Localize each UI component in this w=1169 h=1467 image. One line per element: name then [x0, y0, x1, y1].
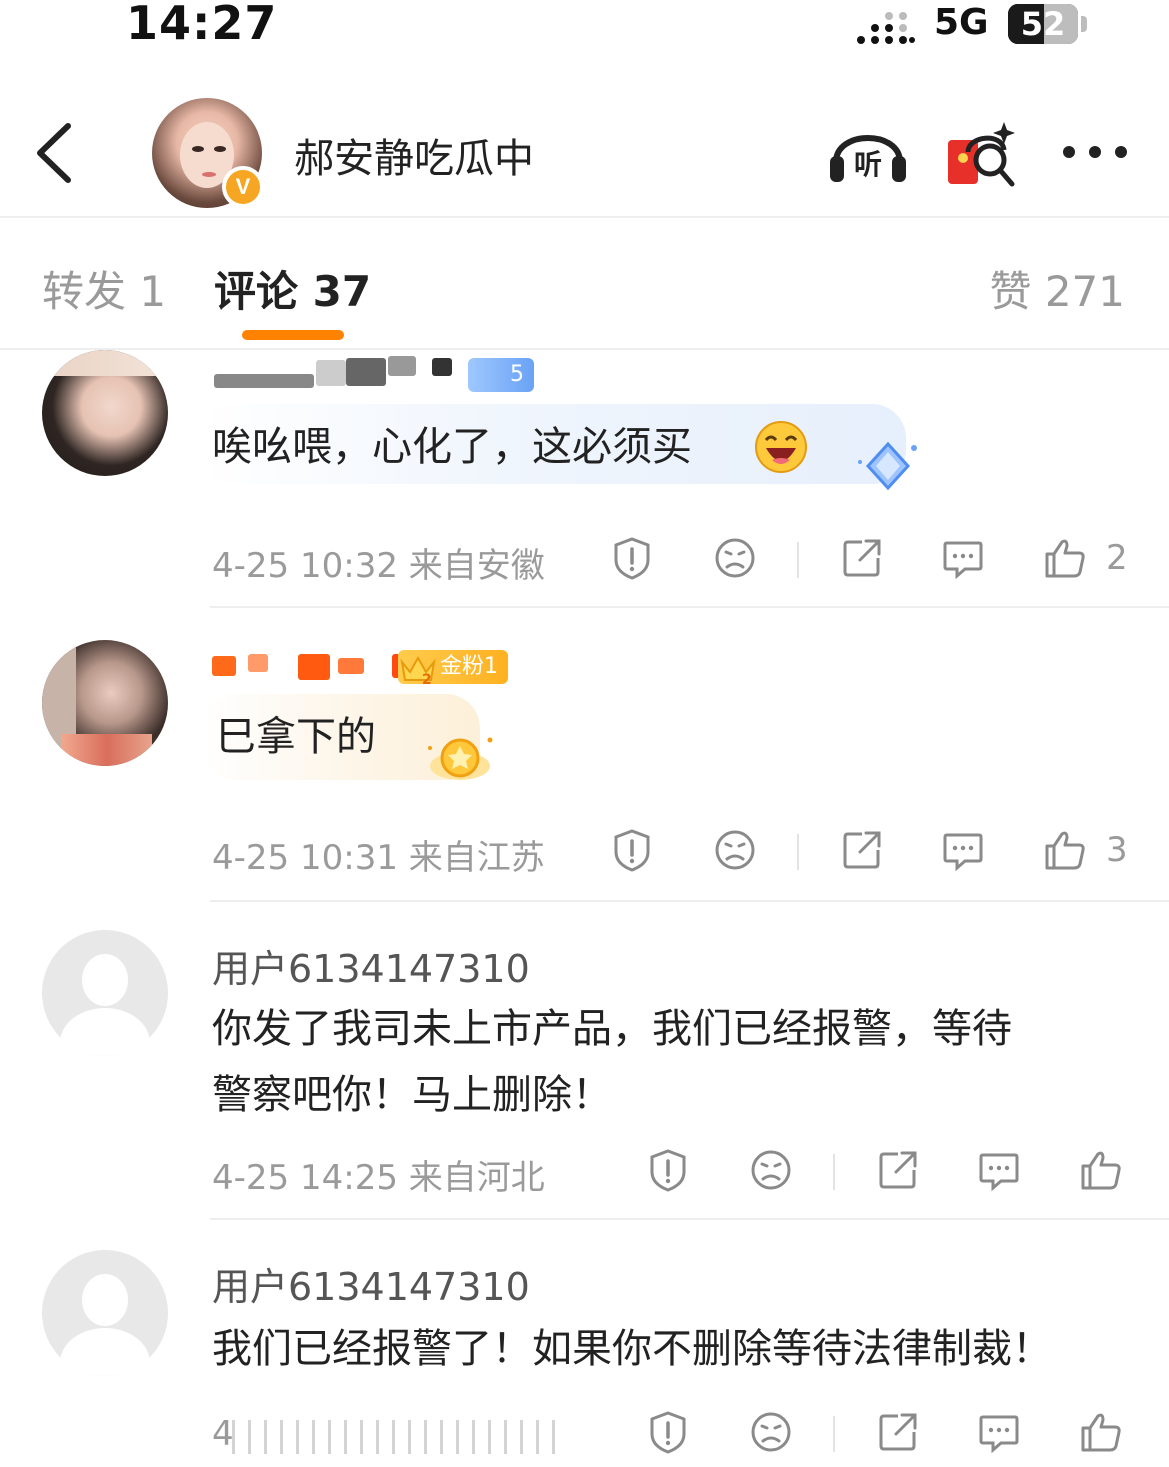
report-icon[interactable]	[646, 1410, 690, 1454]
action-separator	[797, 834, 799, 870]
fan-badge-level: 5	[510, 362, 524, 387]
comment-item: 金粉1 2 巳拿下的 4-25 10:31 来自江苏 3	[0, 640, 1169, 902]
dislike-face-icon[interactable]	[713, 536, 757, 580]
post-header: V 郝安静吃瓜中 听	[0, 86, 1169, 218]
comment-divider	[210, 1218, 1169, 1220]
battery-cap	[1081, 16, 1087, 32]
crown-icon: 2	[400, 655, 436, 686]
default-user-avatar[interactable]	[42, 1250, 168, 1376]
comment-divider	[210, 900, 1169, 902]
gold-star-badge-icon	[428, 737, 493, 780]
reply-icon[interactable]	[977, 1410, 1021, 1454]
status-bar: 14:27 5G 52	[0, 0, 1169, 56]
active-tab-indicator	[242, 330, 344, 340]
back-icon[interactable]	[26, 118, 86, 188]
commenter-name[interactable]: 用户6134147310	[212, 938, 530, 993]
comment-actions	[0, 1148, 1169, 1198]
commenter-avatar[interactable]	[42, 640, 168, 766]
like-count: 2	[1106, 538, 1128, 578]
battery-icon: 52	[1008, 4, 1078, 44]
default-user-avatar[interactable]	[42, 930, 168, 1056]
comment-actions: 2	[0, 536, 1169, 586]
dislike-face-icon[interactable]	[749, 1410, 793, 1454]
reply-icon[interactable]	[941, 536, 985, 580]
diamond-badge-icon	[858, 441, 917, 491]
share-icon[interactable]	[840, 536, 884, 580]
headphone-listen-icon[interactable]: 听	[826, 116, 910, 186]
comment-actions: 3	[0, 828, 1169, 878]
crown-level: 2	[422, 672, 432, 686]
reply-icon[interactable]	[977, 1148, 1021, 1192]
red-packet-search-icon[interactable]	[946, 116, 1020, 190]
dislike-face-icon[interactable]	[749, 1148, 793, 1192]
signal-strength-icon	[857, 12, 915, 44]
commenter-avatar[interactable]	[42, 350, 168, 476]
tab-repost[interactable]: 转发 1	[42, 258, 166, 319]
commenter-name-blurred[interactable]	[212, 356, 452, 388]
tab-comment[interactable]: 评论 37	[214, 258, 371, 319]
dislike-face-icon[interactable]	[713, 828, 757, 872]
commenter-name[interactable]: 用户6134147310	[212, 1256, 530, 1311]
comment-item: 用户6134147310 我们已经报警了！如果你不删除等待法律制裁！ 4	[0, 1250, 1169, 1467]
comment-text-line-2: 警察吧你！马上删除！	[212, 1072, 612, 1118]
share-icon[interactable]	[876, 1148, 920, 1192]
verified-badge: V	[222, 166, 264, 208]
comment-actions	[0, 1410, 1169, 1460]
listen-label: 听	[854, 148, 882, 181]
network-type: 5G	[934, 2, 989, 43]
fan-badge-label: 金粉1	[440, 654, 498, 679]
comment-divider	[210, 606, 1169, 608]
comment-text-line-1: 你发了我司未上市产品，我们已经报警，等待	[212, 1006, 1012, 1052]
like-thumb-icon[interactable]	[1079, 1410, 1123, 1454]
laughing-face-emoji-icon	[755, 421, 807, 473]
comment-item: 用户6134147310 你发了我司未上市产品，我们已经报警，等待 警察吧你！马…	[0, 930, 1169, 1220]
report-icon[interactable]	[610, 828, 654, 872]
author-name[interactable]: 郝安静吃瓜中	[294, 126, 534, 184]
comment-text: 唉吆喂，心化了，这必须买	[212, 424, 692, 470]
action-separator	[797, 542, 799, 578]
battery-percent: 52	[1020, 5, 1066, 43]
tab-like[interactable]: 赞 271	[989, 258, 1125, 319]
comment-text: 巳拿下的	[216, 714, 376, 760]
action-separator	[833, 1154, 835, 1190]
share-icon[interactable]	[840, 828, 884, 872]
more-icon[interactable]	[1060, 142, 1130, 162]
fan-badge: 5	[468, 358, 534, 392]
share-icon[interactable]	[876, 1410, 920, 1454]
like-thumb-icon[interactable]	[1043, 536, 1087, 580]
reply-icon[interactable]	[941, 828, 985, 872]
like-thumb-icon[interactable]	[1043, 828, 1087, 872]
comment-text: 我们已经报警了！如果你不删除等待法律制裁！	[212, 1326, 1052, 1372]
report-icon[interactable]	[646, 1148, 690, 1192]
action-separator	[833, 1416, 835, 1452]
like-count: 3	[1106, 830, 1128, 870]
post-tabs: 转发 1 评论 37 赞 271	[0, 218, 1169, 350]
like-thumb-icon[interactable]	[1079, 1148, 1123, 1192]
status-time: 14:27	[126, 0, 278, 50]
comment-item: 5 唉吆喂，心化了，这必须买 4-25 10:32 来自安徽 2	[0, 350, 1169, 608]
report-icon[interactable]	[610, 536, 654, 580]
